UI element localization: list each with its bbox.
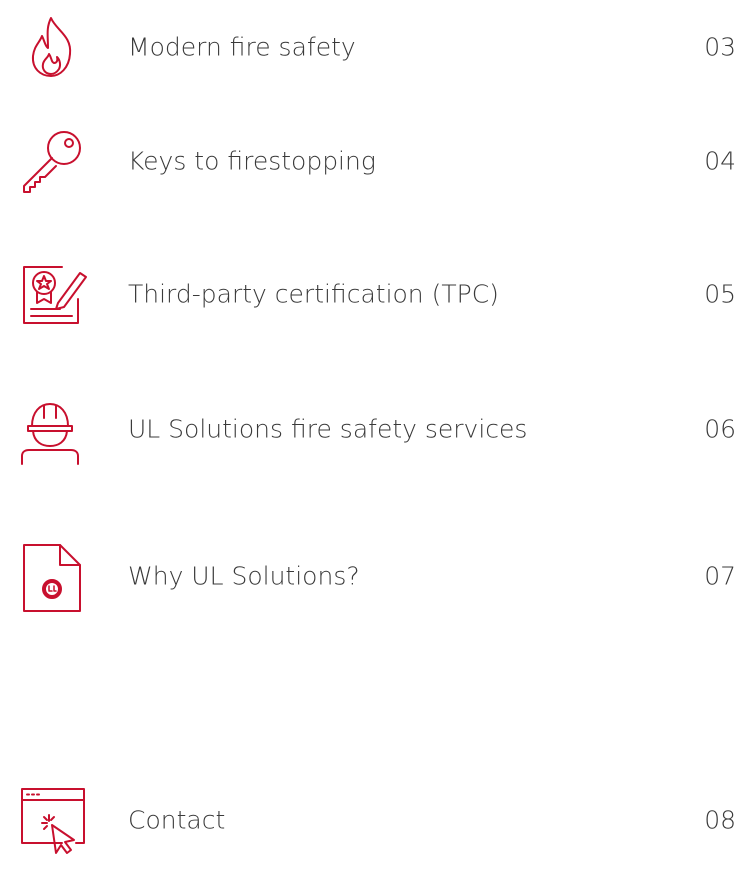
toc-entry-third-party-certification[interactable]: Third-party certification (TPC) 05 <box>0 244 748 344</box>
toc-entry-page-number: 03 <box>704 32 736 62</box>
toc-entry-modern-fire-safety[interactable]: Modern fire safety 03 <box>0 0 748 97</box>
toc-entry-contact[interactable]: Contact 08 <box>0 770 748 870</box>
toc-entry-title: Why UL Solutions? <box>128 561 360 591</box>
toc-entry-page-number: 05 <box>704 279 736 309</box>
toc-entry-title: Keys to firestopping <box>128 146 376 176</box>
toc-entry-page-number: 06 <box>704 414 736 444</box>
toc-entry-page-number: 04 <box>704 146 736 176</box>
toc-entry-ul-solutions-fire-safety-services[interactable]: UL Solutions fire safety services 06 <box>0 379 748 479</box>
toc-entry-page-number: 08 <box>704 805 736 835</box>
toc-entry-page-number: 07 <box>704 561 736 591</box>
table-of-contents: Modern fire safety 03 Keys to firestoppi… <box>0 0 748 883</box>
ul-document-icon <box>18 541 88 612</box>
toc-entry-keys-to-firestopping[interactable]: Keys to firestopping 04 <box>0 111 748 211</box>
browser-click-icon <box>18 785 88 855</box>
toc-entry-title: Third-party certification (TPC) <box>128 279 499 309</box>
toc-entry-title: Contact <box>128 805 226 835</box>
certificate-icon <box>18 259 88 329</box>
flame-icon <box>18 12 88 82</box>
toc-entry-why-ul-solutions[interactable]: Why UL Solutions? 07 <box>0 526 748 626</box>
key-icon <box>18 126 88 196</box>
toc-entry-title: Modern fire safety <box>128 32 356 62</box>
toc-entry-title: UL Solutions fire safety services <box>128 414 528 444</box>
hard-hat-worker-icon <box>18 394 88 465</box>
